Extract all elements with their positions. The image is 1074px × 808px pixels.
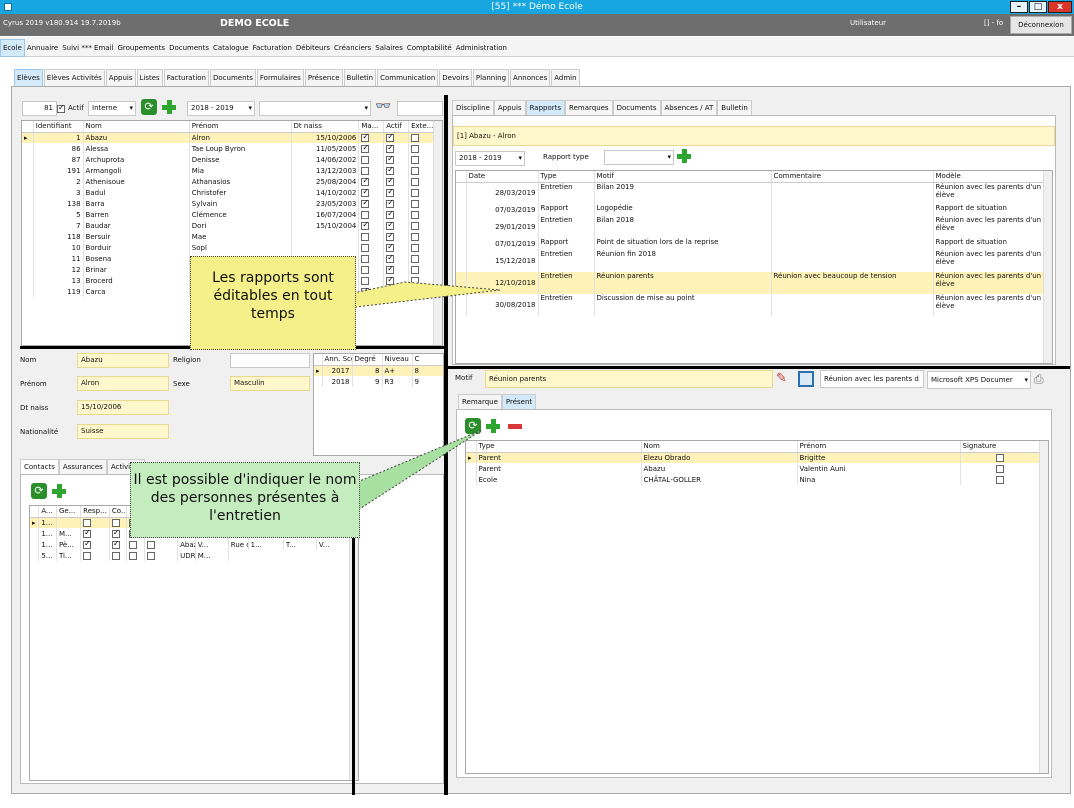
callout-presents: Il est possible d'indiquer le nom des pe… [130,462,360,538]
callout-rapports: Les rapports sont éditables en tout temp… [190,256,356,350]
callout-pointers [329,281,501,511]
